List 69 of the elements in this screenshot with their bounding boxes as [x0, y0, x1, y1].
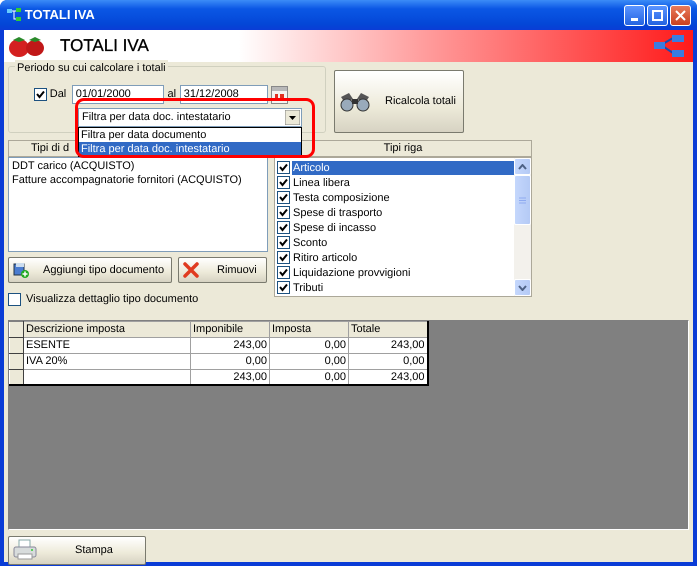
form-title: TOTALI IVA — [60, 35, 149, 58]
row-type-label[interactable]: Sconto — [292, 236, 328, 250]
minimize-button[interactable] — [624, 4, 645, 26]
table-cell: 243,00 — [233, 339, 267, 351]
scroll-up-icon — [518, 164, 527, 170]
row-type-checkbox[interactable] — [277, 251, 290, 264]
column-header: Tipi riga — [384, 141, 422, 156]
detail-checkbox[interactable] — [8, 292, 21, 306]
checkbox-label: Visualizza dettaglio tipo documento — [26, 292, 198, 307]
dropdown-option[interactable]: Filtra per data documento — [79, 128, 301, 142]
row-type-label[interactable]: Linea libera — [292, 176, 351, 190]
grip-icon — [519, 196, 526, 204]
print-button[interactable]: Stampa — [8, 536, 146, 564]
list-item[interactable]: DDT carico (ACQUISTO) — [12, 159, 264, 173]
printer-icon — [13, 539, 37, 561]
network-icon — [653, 34, 685, 58]
remove-button[interactable]: Rimuovi — [178, 257, 267, 283]
table-cell: IVA 20% — [26, 355, 68, 367]
row-type-label[interactable]: Tributi — [292, 280, 324, 294]
table-cell: ESENTE — [26, 339, 70, 351]
row-type-checkbox[interactable] — [277, 221, 290, 234]
table-cell: 0,00 — [403, 355, 424, 367]
column-header: Imposta — [272, 323, 312, 335]
column-header: Totale — [351, 323, 380, 335]
recalculate-button[interactable]: Ricalcola totali — [334, 70, 464, 133]
period-checkbox[interactable] — [34, 88, 47, 101]
row-type-checkbox[interactable] — [277, 191, 290, 204]
scrollbar[interactable] — [514, 158, 531, 296]
row-type-checkbox[interactable] — [277, 161, 290, 174]
to-label: al — [166, 87, 178, 102]
table-cell: 0,00 — [246, 355, 267, 367]
strawberries-icon — [8, 34, 46, 58]
row-type-label[interactable]: Testa composizione — [292, 190, 391, 204]
window-title: TOTALI IVA — [24, 6, 95, 24]
app-icon — [6, 8, 22, 22]
row-type-label[interactable]: Articolo — [292, 160, 514, 174]
row-type-label[interactable]: Spese di incasso — [292, 220, 378, 234]
column-header: Tipi di d — [31, 141, 70, 156]
column-header: Imponibile — [193, 323, 244, 335]
row-type-checkbox[interactable] — [277, 206, 290, 219]
dropdown-option[interactable]: Filtra per data doc. intestatario — [79, 142, 301, 156]
row-type-checkbox[interactable] — [277, 266, 290, 279]
add-documents-icon — [13, 262, 29, 278]
binoculars-icon — [339, 90, 371, 112]
column-header: Descrizione imposta — [26, 323, 126, 335]
row-type-checkbox[interactable] — [277, 176, 290, 189]
row-type-label[interactable]: Liquidazione provvigioni — [292, 266, 412, 280]
maximize-icon — [652, 10, 663, 20]
table-cell: 243,00 — [233, 370, 267, 383]
table-cell: 243,00 — [390, 370, 424, 383]
minimize-icon — [631, 18, 638, 20]
table-cell: 0,00 — [324, 339, 346, 351]
filter-dropdown[interactable]: Filtra per data doc. intestatario — [78, 108, 302, 127]
row-type-checkbox[interactable] — [277, 236, 290, 249]
maximize-button[interactable] — [647, 4, 668, 26]
close-icon — [675, 10, 686, 20]
add-document-type-button[interactable]: Aggiungi tipo documento — [8, 257, 172, 283]
scroll-down-icon — [518, 284, 527, 290]
list-item[interactable]: Fatture accompagnatorie fornitori (ACQUISTO) — [12, 173, 264, 187]
delete-icon — [183, 262, 199, 278]
row-type-label[interactable]: Ritiro articolo — [292, 250, 358, 264]
table-cell: 0,00 — [324, 370, 346, 383]
dropdown-arrow-icon — [285, 110, 300, 125]
table-cell: 243,00 — [390, 339, 424, 351]
from-label: Dal — [50, 87, 68, 102]
table-cell: 0,00 — [324, 355, 346, 367]
close-button[interactable] — [670, 4, 691, 26]
row-type-label[interactable]: Spese di trasporto — [292, 206, 384, 220]
row-type-checkbox[interactable] — [277, 281, 290, 294]
